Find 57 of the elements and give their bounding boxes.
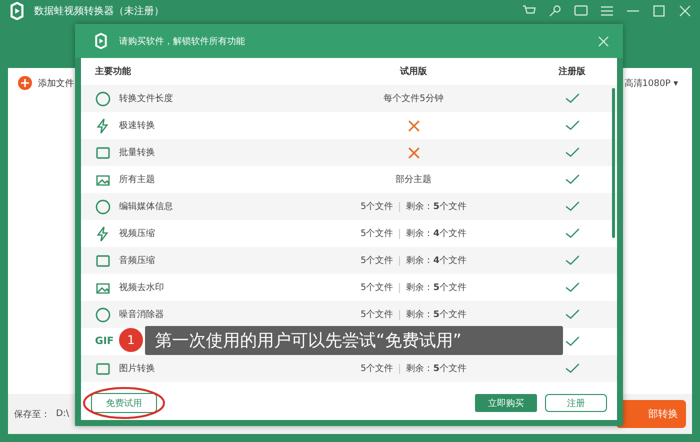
trial-quota: 5个文件 <box>360 282 394 294</box>
feature-name: 视频压缩 <box>119 228 155 240</box>
remaining-quota: 剩余：4个文件 <box>406 228 466 240</box>
feature-name: 图片转换 <box>119 362 155 375</box>
message-icon[interactable] <box>574 4 588 18</box>
cross-icon <box>408 120 420 132</box>
column-header: 试用版 <box>398 65 428 78</box>
buy-button[interactable]: 立即购买 <box>475 394 537 412</box>
tooltip: 第一次使用的用户可以先尝试“免费试用” <box>145 326 563 355</box>
register-button[interactable]: 注册 <box>545 394 607 412</box>
feature-name: 视频去水印 <box>119 282 164 294</box>
save-label: 保存至： <box>14 408 50 420</box>
trial-quota: 5个文件 <box>360 228 394 240</box>
feature-icon <box>95 306 111 322</box>
trial-quota: 5个文件 <box>360 254 394 267</box>
feature-name: 噪音消除器 <box>119 308 164 321</box>
trial-quota: 5个文件 <box>360 362 394 375</box>
save-path: D:\ <box>56 409 69 419</box>
plus-icon <box>18 76 32 90</box>
trial-limit: 部分主题 <box>396 174 432 186</box>
feature-icon <box>95 226 111 242</box>
feature-name: 所有主题 <box>119 174 155 186</box>
logo-icon <box>93 33 109 49</box>
step-badge: 1 <box>119 328 143 352</box>
column-header: 注册版 <box>558 65 586 78</box>
dialog-title: 请购买软件，解锁软件所有功能 <box>119 36 245 48</box>
feature-icon <box>95 118 111 134</box>
remaining-quota: 剩余：5个文件 <box>406 308 466 321</box>
close-icon[interactable] <box>678 4 692 18</box>
gif-icon: GIF <box>95 336 114 347</box>
app-title: 数据蛙视频转换器（未注册） <box>34 4 164 18</box>
feature-icon <box>95 144 111 160</box>
feature-name: 编辑媒体信息 <box>119 200 173 213</box>
trial-quota: 5个文件 <box>360 200 394 213</box>
free-trial-button[interactable]: 免费试用 <box>91 393 157 413</box>
trial-limit: 每个文件5分钟 <box>384 92 444 105</box>
remaining-quota: 剩余：5个文件 <box>406 362 466 375</box>
column-header: 主要功能 <box>94 65 132 78</box>
feature-name: 音频压缩 <box>119 254 155 267</box>
logo-icon <box>8 2 26 20</box>
quality-dropdown[interactable]: 高清1080P ▾ <box>618 76 684 90</box>
trial-quota: 5个文件 <box>360 308 394 321</box>
feature-name: 批量转换 <box>119 146 155 159</box>
feature-icon <box>95 360 111 376</box>
feature-icon <box>95 198 111 214</box>
menu-icon[interactable] <box>600 4 614 18</box>
maximize-icon[interactable] <box>652 4 666 18</box>
remaining-quota: 剩余：5个文件 <box>406 200 466 213</box>
close-icon[interactable] <box>598 36 609 46</box>
convert-button[interactable]: 部转换 <box>616 400 686 428</box>
remaining-quota: 剩余：4个文件 <box>406 254 466 267</box>
feature-icon <box>95 252 111 268</box>
feature-name: 极速转换 <box>119 120 155 132</box>
feature-name: 转换文件长度 <box>119 92 173 105</box>
feature-icon <box>95 90 111 106</box>
remaining-quota: 剩余：5个文件 <box>406 282 466 294</box>
cross-icon <box>408 146 420 158</box>
